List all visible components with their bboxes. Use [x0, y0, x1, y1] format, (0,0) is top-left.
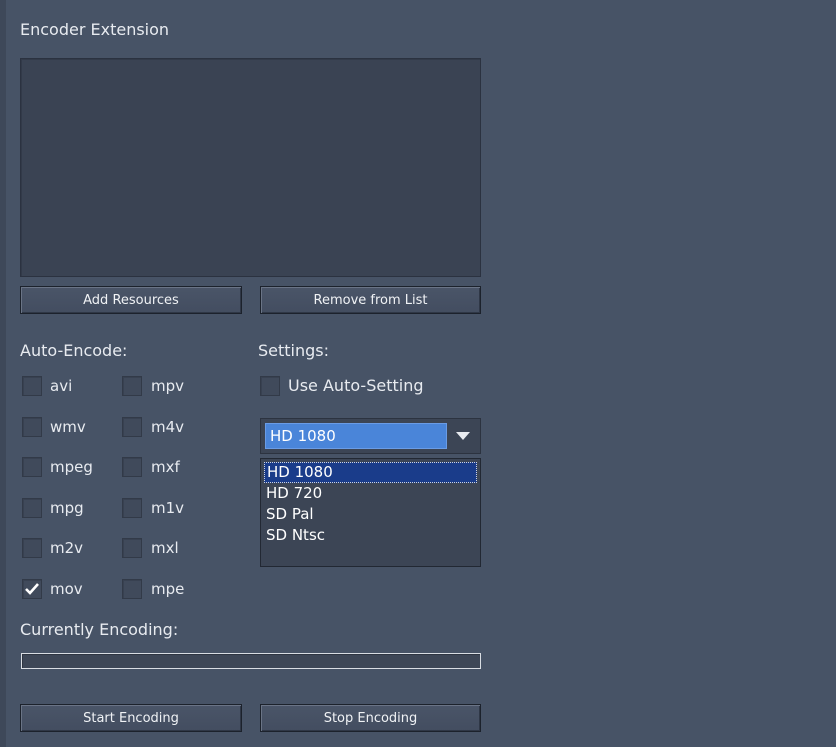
encoder-extension-panel: Encoder Extension Add Resources Remove f…: [0, 0, 836, 747]
preset-dropdown-list: HD 1080 HD 720 SD Pal SD Ntsc: [260, 458, 481, 567]
checkbox-mxf[interactable]: [122, 457, 142, 477]
start-encoding-button[interactable]: Start Encoding: [20, 704, 242, 732]
checkbox-mov[interactable]: [22, 579, 42, 599]
triangle-down-icon: [456, 432, 470, 440]
checkbox-m2v-label: m2v: [50, 539, 84, 557]
checkbox-wmv[interactable]: [22, 417, 42, 437]
checkbox-avi-label: avi: [50, 377, 73, 395]
preset-option-sd-ntsc[interactable]: SD Ntsc: [264, 525, 477, 546]
checkbox-mpe[interactable]: [122, 579, 142, 599]
preset-option-hd-720[interactable]: HD 720: [264, 483, 477, 504]
panel-title: Encoder Extension: [20, 20, 170, 39]
stop-encoding-button[interactable]: Stop Encoding: [260, 704, 481, 732]
checkbox-m1v-label: m1v: [151, 499, 185, 517]
checkbox-mpe-label: mpe: [151, 580, 185, 598]
preset-selected-value: HD 1080: [265, 423, 447, 449]
currently-encoding-label: Currently Encoding:: [20, 620, 179, 639]
checkbox-mxl-label: mxl: [151, 539, 179, 557]
checkbox-wmv-label: wmv: [50, 418, 86, 436]
resource-list[interactable]: [20, 58, 481, 277]
checkmark-icon: [25, 583, 39, 595]
checkbox-avi[interactable]: [22, 376, 42, 396]
checkbox-mpeg-label: mpeg: [50, 458, 93, 476]
checkbox-mpg-label: mpg: [50, 499, 84, 517]
checkbox-mpv-label: mpv: [151, 377, 185, 395]
checkbox-mpg[interactable]: [22, 498, 42, 518]
preset-option-sd-pal[interactable]: SD Pal: [264, 504, 477, 525]
checkbox-mxl[interactable]: [122, 538, 142, 558]
add-resources-button[interactable]: Add Resources: [20, 286, 242, 314]
preset-select[interactable]: HD 1080: [260, 418, 481, 454]
checkbox-mpv[interactable]: [122, 376, 142, 396]
checkbox-mpeg[interactable]: [22, 457, 42, 477]
preset-option-hd-1080[interactable]: HD 1080: [264, 462, 477, 483]
left-edge-strip: [0, 0, 6, 747]
settings-label: Settings:: [258, 341, 330, 360]
use-auto-setting-label: Use Auto-Setting: [288, 376, 424, 395]
encoding-progress-bar: [21, 653, 481, 669]
auto-encode-label: Auto-Encode:: [20, 341, 128, 360]
checkbox-m4v-label: m4v: [151, 418, 185, 436]
checkbox-m4v[interactable]: [122, 417, 142, 437]
checkbox-mov-label: mov: [50, 580, 83, 598]
checkbox-m2v[interactable]: [22, 538, 42, 558]
use-auto-setting-checkbox[interactable]: [260, 376, 280, 396]
checkbox-m1v[interactable]: [122, 498, 142, 518]
remove-from-list-button[interactable]: Remove from List: [260, 286, 481, 314]
checkbox-mxf-label: mxf: [151, 458, 180, 476]
preset-dropdown-button[interactable]: [448, 421, 478, 451]
